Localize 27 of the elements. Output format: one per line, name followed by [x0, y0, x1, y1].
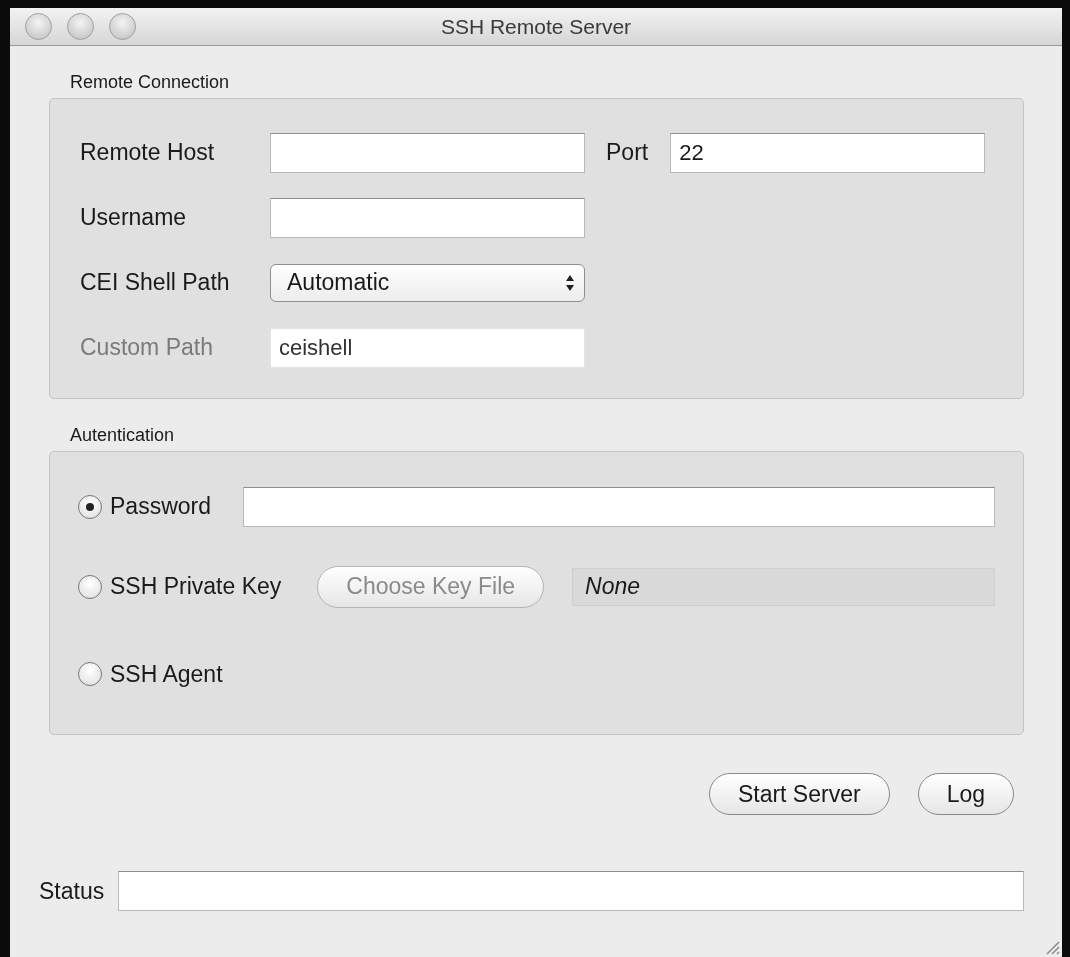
- group-title: Autentication: [70, 425, 175, 446]
- field-label: Username: [80, 204, 187, 231]
- push-button[interactable]: Log: [917, 773, 1014, 815]
- window-title: SSH Remote Server: [440, 14, 632, 38]
- field-label: Remote Host: [80, 139, 215, 166]
- radio-button[interactable]: SSH Private Key: [78, 573, 282, 600]
- radio-indicator-icon[interactable]: [78, 662, 102, 686]
- file-path-display: None: [572, 567, 995, 606]
- window-control-button[interactable]: [109, 13, 136, 40]
- field-label: CEI Shell Path: [80, 269, 230, 296]
- password-field[interactable]: [243, 486, 995, 527]
- input-field[interactable]: [270, 132, 585, 173]
- push-button[interactable]: Start Server: [708, 773, 890, 815]
- field-label: Custom Path: [80, 334, 213, 361]
- radio-indicator-icon[interactable]: [78, 574, 102, 599]
- field-label: Status: [39, 877, 105, 905]
- radio-indicator-icon[interactable]: [78, 494, 102, 519]
- field-label: Port: [606, 139, 649, 166]
- dropdown[interactable]: Automatic: [270, 263, 585, 302]
- radio-button[interactable]: SSH Agent: [78, 660, 223, 688]
- window-control-button[interactable]: [25, 13, 52, 40]
- input-field[interactable]: [270, 197, 585, 238]
- radio-button[interactable]: Password: [78, 493, 211, 520]
- input-field[interactable]: 22: [670, 132, 986, 173]
- window-control-button[interactable]: [67, 13, 94, 40]
- status-field[interactable]: [118, 871, 1024, 911]
- group-title: Remote Connection: [70, 72, 230, 93]
